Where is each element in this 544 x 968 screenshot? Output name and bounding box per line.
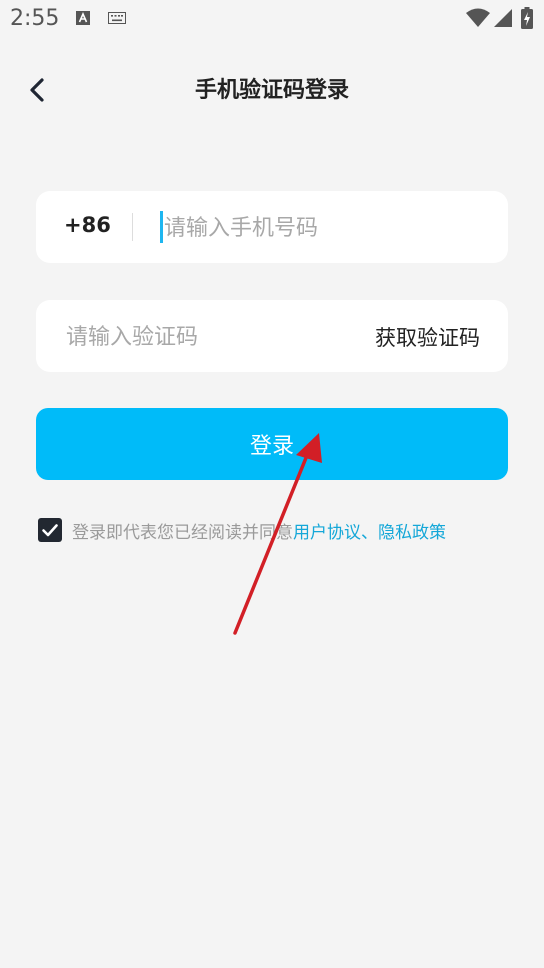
- top-bar: 手机验证码登录: [0, 60, 544, 116]
- code-card: 获取验证码: [36, 300, 508, 372]
- code-input[interactable]: [64, 316, 358, 358]
- status-time: 2:55: [10, 6, 60, 31]
- status-bar: 2:55: [0, 0, 544, 40]
- agreement-row: 登录即代表您已经阅读并同意用户协议、隐私政策: [38, 516, 508, 546]
- user-agreement-link[interactable]: 用户协议: [293, 523, 361, 543]
- country-code[interactable]: +86: [64, 213, 111, 237]
- signal-icon: [494, 9, 512, 27]
- agreement-prefix: 登录即代表您已经阅读并同意: [72, 523, 293, 543]
- wifi-icon: [466, 8, 490, 27]
- agreement-text: 登录即代表您已经阅读并同意用户协议、隐私政策: [72, 518, 446, 543]
- annotation-arrow: [233, 433, 322, 635]
- a-notification-icon: [76, 11, 90, 25]
- battery-charging-icon: [521, 7, 533, 29]
- agreement-separator: 、: [361, 523, 378, 543]
- login-button[interactable]: 登录: [36, 408, 508, 480]
- page-title: 手机验证码登录: [194, 78, 349, 103]
- phone-card: +86: [36, 191, 508, 263]
- privacy-policy-link[interactable]: 隐私政策: [378, 523, 446, 543]
- phone-input[interactable]: [162, 207, 486, 249]
- agreement-checkbox[interactable]: [38, 518, 62, 542]
- checkmark-icon: [42, 524, 58, 537]
- divider: [132, 213, 133, 241]
- get-code-button[interactable]: 获取验证码: [375, 322, 480, 352]
- keyboard-icon: [108, 12, 126, 24]
